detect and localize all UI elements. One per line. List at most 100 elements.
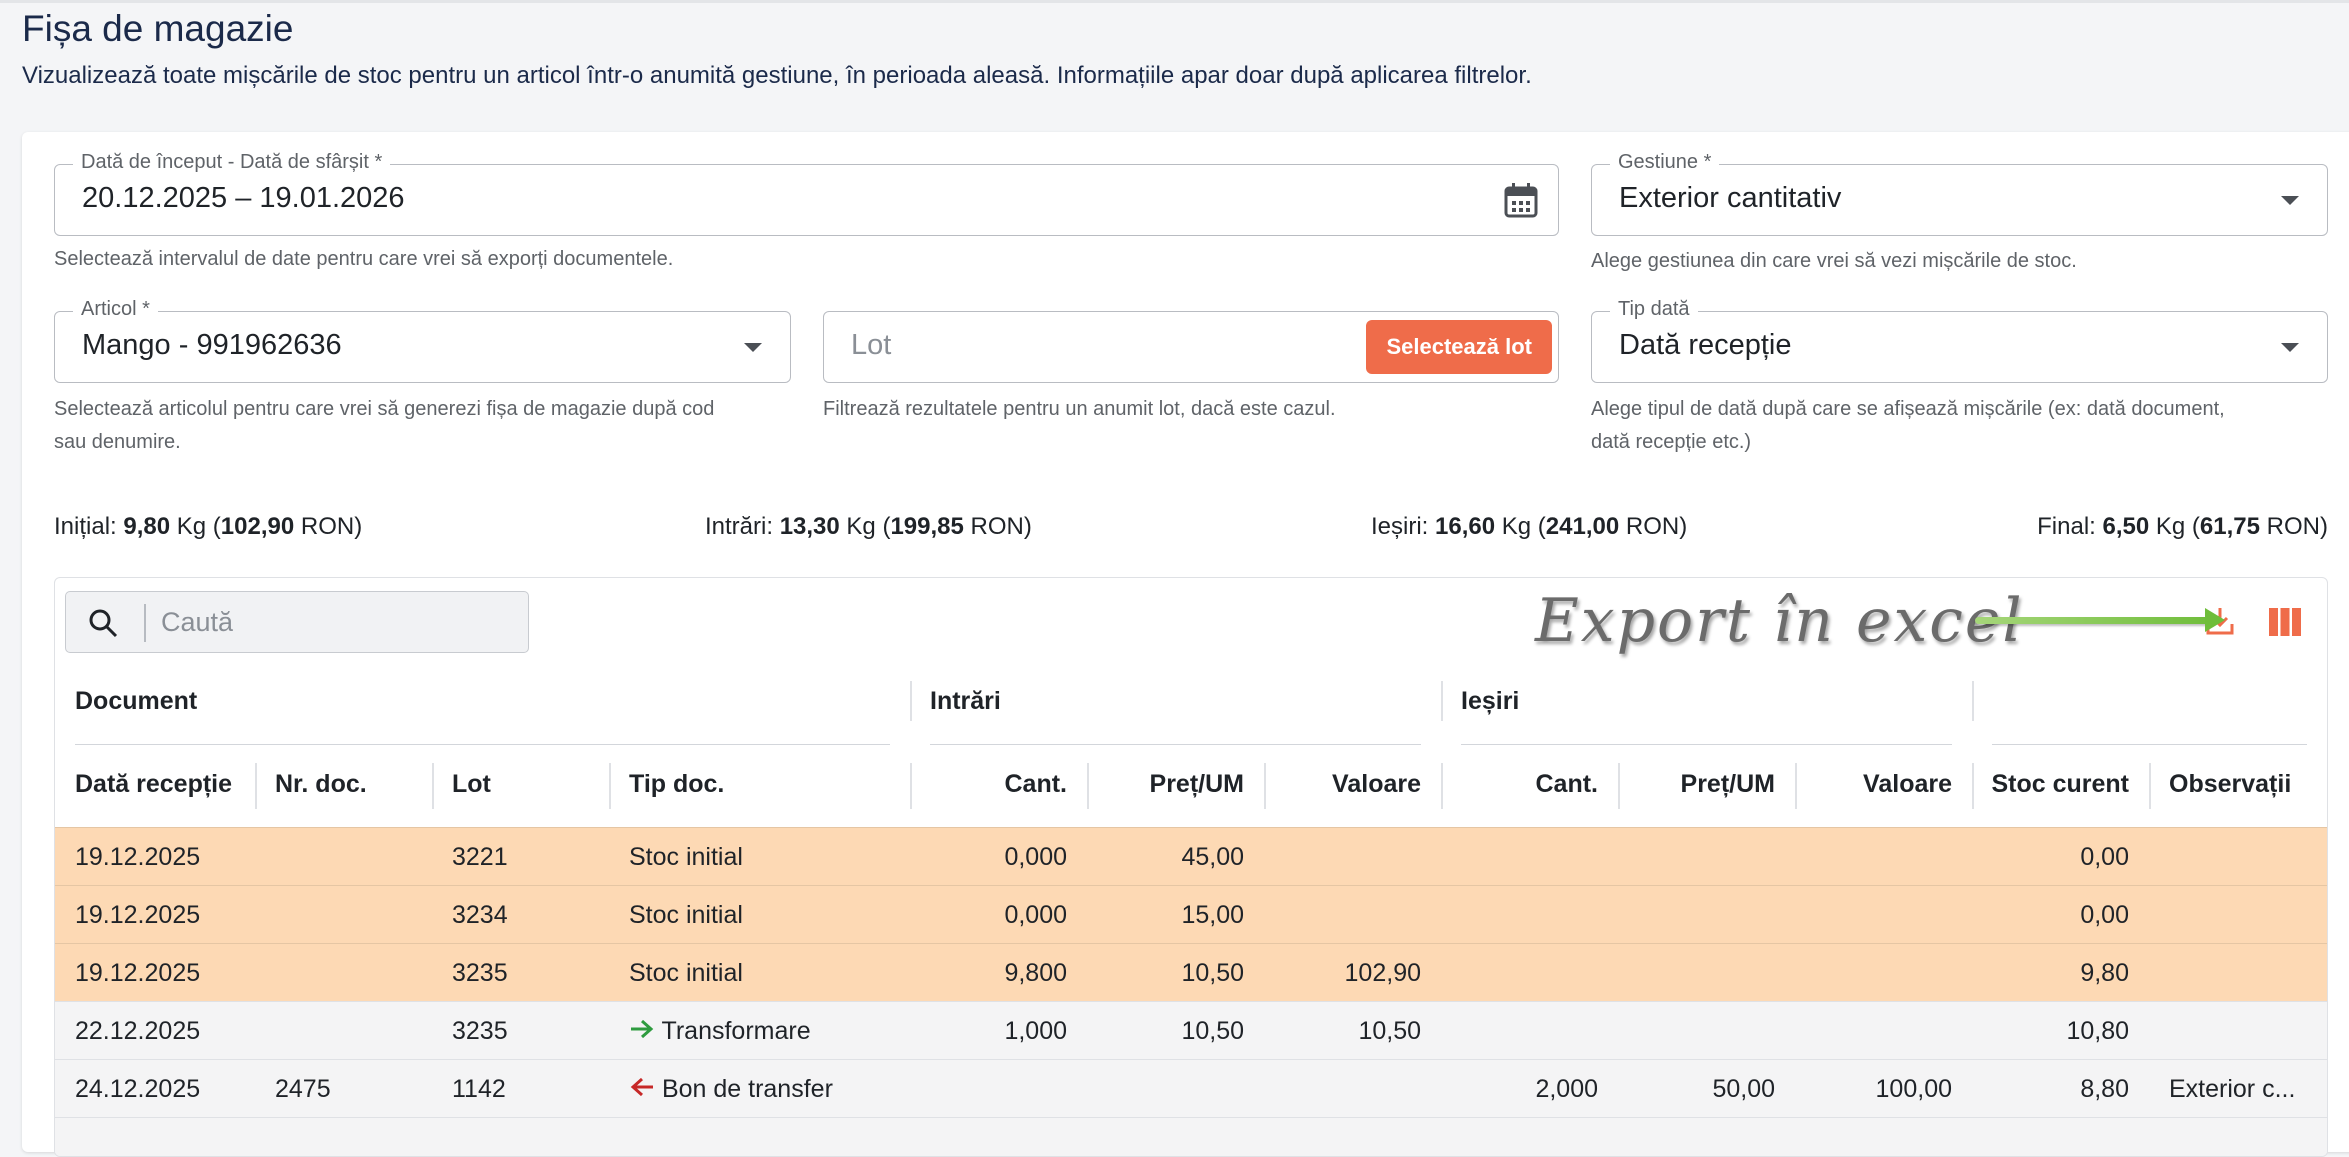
summary-initial-label: Inițial:: [54, 513, 117, 540]
summary-final-label: Final:: [2037, 513, 2096, 540]
table-row[interactable]: 19.12.2025 3234 Stoc initial 0,000 15,00…: [55, 885, 2327, 944]
col-header-nr[interactable]: Nr. doc.: [255, 747, 432, 827]
cell-in-pret: 10,50: [1181, 959, 1244, 987]
column-separator: [1087, 763, 1089, 809]
search-input[interactable]: Caută: [65, 591, 529, 653]
column-separator: [1264, 763, 1266, 809]
col-header-obs[interactable]: Observații: [2149, 747, 2327, 827]
summary-iesiri-unit: Kg: [1501, 513, 1532, 540]
group-header-intrari: Intrări: [910, 667, 1441, 747]
annotation-arrow-head: [2205, 608, 2225, 632]
col-header-in-val[interactable]: Valoare: [1264, 747, 1441, 827]
tip-data-helper: Alege tipul de dată după care se afișeaz…: [1591, 393, 2225, 459]
group-header-blank: [1972, 667, 2327, 747]
table-row[interactable]: 24.12.2025 2475 1142 Bon de transfer 2,0…: [55, 1059, 2327, 1118]
articol-value: Mango - 991962636: [82, 329, 342, 361]
cell-stoc: 10,80: [2066, 1017, 2129, 1045]
cell-lot: 3235: [452, 1017, 508, 1045]
col-header-tip-label: Tip doc.: [629, 770, 725, 798]
group-separator: [1441, 681, 1443, 721]
cell-stoc: 8,80: [2080, 1075, 2129, 1103]
summary-intrari-currency: RON: [970, 513, 1024, 540]
summary-initial-unit: Kg: [176, 513, 207, 540]
search-icon: [88, 608, 118, 643]
summary-final: Final: 6,50 Kg (61,75 RON): [2037, 513, 2328, 540]
col-header-in-pret[interactable]: Preț/UM: [1087, 747, 1264, 827]
column-separator: [432, 763, 434, 809]
col-header-tip[interactable]: Tip doc.: [609, 747, 910, 827]
tip-data-select[interactable]: Tip dată Dată recepție: [1591, 298, 2328, 383]
page-subtitle: Vizualizează toate mișcările de stoc pen…: [22, 62, 1532, 89]
summary-intrari-qty: 13,30: [779, 513, 840, 540]
cell-lot: 3235: [452, 959, 508, 987]
cell-out-pret: 50,00: [1712, 1075, 1775, 1103]
cell-in-pret: 45,00: [1181, 843, 1244, 871]
column-separator: [1441, 763, 1443, 809]
col-header-out-pret[interactable]: Preț/UM: [1618, 747, 1795, 827]
group-header-document: Document: [55, 667, 910, 747]
date-range-field[interactable]: Dată de început - Dată de sfârșit * 20.1…: [54, 151, 1559, 236]
gestiune-label: Gestiune *: [1610, 151, 1720, 174]
calendar-icon[interactable]: [1504, 182, 1538, 223]
tip-data-helper-line2: dată recepție etc.): [1591, 431, 1752, 453]
col-header-lot[interactable]: Lot: [432, 747, 609, 827]
group-iesiri-underline: [1461, 743, 1952, 745]
col-header-nr-label: Nr. doc.: [275, 770, 367, 798]
col-header-stoc-label: Stoc curent: [1991, 770, 2129, 798]
cell-tip-label: Transformare: [661, 1017, 811, 1045]
summary-iesiri-label: Ieșiri:: [1371, 513, 1429, 540]
col-header-out-cant[interactable]: Cant.: [1441, 747, 1618, 827]
cell-data: 19.12.2025: [75, 843, 201, 871]
group-intrari-label: Intrări: [930, 687, 1001, 715]
columns-icon[interactable]: [2269, 608, 2301, 641]
summary-iesiri: Ieșiri: 16,60 Kg (241,00 RON): [1371, 513, 1688, 540]
table-row[interactable]: 19.12.2025 3221 Stoc initial 0,000 45,00…: [55, 827, 2327, 886]
cell-lot: 3234: [452, 901, 508, 929]
table-row[interactable]: 22.12.2025 3235 Transformare 1,000 10,50…: [55, 1001, 2327, 1060]
date-range-label: Dată de început - Dată de sfârșit *: [73, 151, 391, 174]
col-header-stoc[interactable]: Stoc curent: [1972, 747, 2149, 827]
col-header-data-label: Dată recepție: [75, 770, 233, 798]
articol-select[interactable]: Articol * Mango - 991962636: [54, 298, 791, 383]
summary-final-value: 61,75: [2199, 513, 2260, 540]
summary-final-currency: RON: [2266, 513, 2320, 540]
table-row-partial[interactable]: [55, 1117, 2327, 1156]
col-header-out-val[interactable]: Valoare: [1795, 747, 1972, 827]
chevron-down-icon: [2281, 196, 2299, 205]
cell-data: 24.12.2025: [75, 1075, 201, 1103]
summary-iesiri-currency: RON: [1625, 513, 1680, 540]
table-row[interactable]: 19.12.2025 3235 Stoc initial 9,800 10,50…: [55, 943, 2327, 1002]
date-range-value: 20.12.2025 – 19.01.2026: [82, 182, 405, 214]
summary-iesiri-value: 241,00: [1545, 513, 1620, 540]
col-header-in-cant[interactable]: Cant.: [910, 747, 1087, 827]
chevron-down-icon: [2281, 343, 2299, 352]
group-document-underline: [75, 743, 890, 745]
tip-data-label: Tip dată: [1610, 298, 1698, 321]
articol-label: Articol *: [73, 298, 158, 321]
cell-in-pret: 15,00: [1181, 901, 1244, 929]
group-intrari-underline: [930, 743, 1421, 745]
summary-intrari-label: Intrări:: [705, 513, 774, 540]
lot-placeholder: Lot: [851, 329, 892, 361]
cell-in-val: 102,90: [1344, 959, 1421, 987]
lot-field[interactable]: Lot Selectează lot: [823, 311, 1559, 383]
column-separator: [910, 763, 912, 809]
cell-in-cant: 1,000: [1004, 1017, 1067, 1045]
group-document-label: Document: [75, 687, 198, 715]
column-separator: [1972, 763, 1974, 809]
tip-data-value: Dată recepție: [1619, 329, 1792, 361]
col-header-data[interactable]: Dată recepție: [55, 747, 255, 827]
cell-data: 22.12.2025: [75, 1017, 201, 1045]
cell-tip: Bon de transfer: [629, 1075, 833, 1105]
gestiune-select[interactable]: Gestiune * Exterior cantitativ: [1591, 151, 2328, 236]
column-separator: [2149, 763, 2151, 809]
gestiune-helper: Alege gestiunea din care vrei să vezi mi…: [1591, 250, 2077, 272]
column-separator: [1618, 763, 1620, 809]
articol-helper: Selectează articolul pentru care vrei să…: [54, 393, 714, 459]
summary-initial: Inițial: 9,80 Kg (102,90 RON): [54, 513, 363, 540]
col-header-in-val-label: Valoare: [1332, 770, 1421, 798]
gestiune-value: Exterior cantitativ: [1619, 182, 1842, 214]
select-lot-button[interactable]: Selectează lot: [1366, 320, 1552, 374]
cell-lot: 3221: [452, 843, 508, 871]
col-header-out-pret-label: Preț/UM: [1680, 770, 1775, 798]
